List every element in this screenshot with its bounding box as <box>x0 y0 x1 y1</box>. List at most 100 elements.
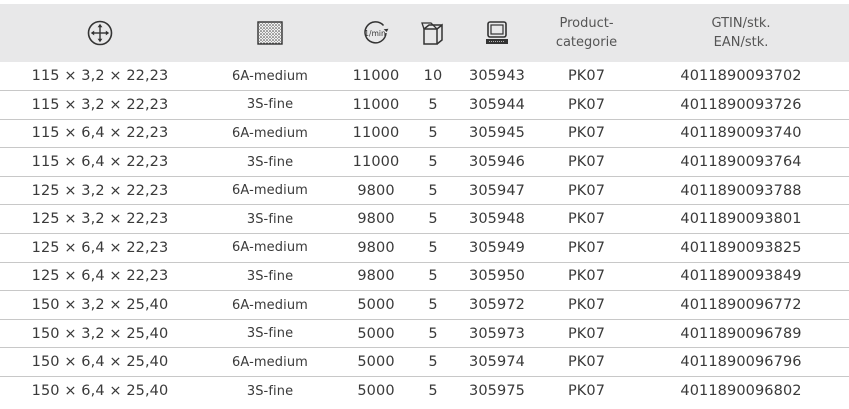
cell-pack: 5 <box>428 268 438 285</box>
cell-size: 150 × 6,4 × 25,40 <box>31 383 169 400</box>
table-row: 115 × 3,2 × 22,23 6A-medium 11000 10 305943 P… <box>0 62 849 91</box>
cell-size: 115 × 6,4 × 22,23 <box>31 154 169 171</box>
cell-rpm: 9800 <box>357 211 395 228</box>
cell-pack: 10 <box>423 68 443 85</box>
cell-category: PK07 <box>567 383 606 400</box>
cell-grit: 6A-medium <box>232 125 308 141</box>
cell-grit: 3S-fine <box>246 326 294 342</box>
header-gtin-line2: EAN/stk. <box>713 35 769 50</box>
cell-category: PK07 <box>567 297 606 314</box>
cell-size: 115 × 3,2 × 22,23 <box>31 96 169 113</box>
table-row: 115 × 6,4 × 22,23 6A-medium 11000 5 305945 PK… <box>0 119 849 148</box>
cell-pack: 5 <box>428 182 438 199</box>
header-category-line1: Product- <box>559 16 614 31</box>
cell-rpm: 11000 <box>352 68 400 85</box>
cell-rpm: 9800 <box>357 268 395 285</box>
cell-grit: 6A-medium <box>232 240 308 256</box>
cell-grit: 3S-fine <box>246 154 294 170</box>
cell-article: 305950 <box>469 268 525 285</box>
table-row: 125 × 3,2 × 22,23 6A-medium 9800 5 305947 PK0… <box>0 176 849 205</box>
cell-grit: 6A-medium <box>232 297 308 313</box>
product-spec-table: 1/min Product- categorie GTIN/stk. EAN/s… <box>0 4 849 405</box>
table-row: 125 × 6,4 × 22,23 3S-fine 9800 5 305950 PK07 4… <box>0 262 849 291</box>
cell-grit: 3S-fine <box>246 211 294 227</box>
cell-pack: 5 <box>428 239 438 256</box>
cell-pack: 5 <box>428 211 438 228</box>
cell-article: 305944 <box>469 96 525 113</box>
cell-size: 150 × 3,2 × 25,40 <box>31 297 169 314</box>
cell-gtin: 4011890096772 <box>680 297 802 314</box>
table-row: 150 × 3,2 × 25,40 6A-medium 5000 5 305972 PK0… <box>0 290 849 320</box>
cell-category: PK07 <box>567 325 606 342</box>
cell-article: 305972 <box>469 297 525 314</box>
cell-rpm: 5000 <box>357 383 395 400</box>
cell-gtin: 4011890093740 <box>680 125 802 142</box>
table-header: 1/min Product- categorie GTIN/stk. EAN/s… <box>0 4 849 62</box>
cell-grit: 3S-fine <box>246 383 294 399</box>
table-row: 125 × 3,2 × 22,23 3S-fine 9800 5 305948 PK07 4… <box>0 204 849 234</box>
move-arrows-circle-icon <box>87 20 113 46</box>
cell-size: 115 × 3,2 × 22,23 <box>31 68 169 85</box>
cell-pack: 5 <box>428 297 438 314</box>
cell-category: PK07 <box>567 96 606 113</box>
cell-category: PK07 <box>567 154 606 171</box>
cell-rpm: 5000 <box>357 354 395 371</box>
cell-gtin: 4011890093726 <box>680 96 802 113</box>
cell-article: 305948 <box>469 211 525 228</box>
table-row: 115 × 6,4 × 22,23 3S-fine 11000 5 305946 PK07… <box>0 147 849 177</box>
header-pack <box>412 4 454 62</box>
table-row: 150 × 3,2 × 25,40 3S-fine 5000 5 305973 PK07 4… <box>0 319 849 348</box>
cell-gtin: 4011890093849 <box>680 268 802 285</box>
cell-size: 115 × 6,4 × 22,23 <box>31 125 169 142</box>
package-box-icon <box>421 22 443 45</box>
cell-grit: 6A-medium <box>232 183 308 199</box>
cell-category: PK07 <box>567 268 606 285</box>
table-body: 115 × 3,2 × 22,23 6A-medium 11000 10 305943 P… <box>0 62 849 405</box>
cell-size: 150 × 3,2 × 25,40 <box>31 325 169 342</box>
product-spec-page: 1/min Product- categorie GTIN/stk. EAN/s… <box>0 4 849 409</box>
table-row: 125 × 6,4 × 22,23 6A-medium 9800 5 305949 PK0… <box>0 233 849 263</box>
cell-pack: 5 <box>428 154 438 171</box>
svg-text:1/min: 1/min <box>364 29 386 38</box>
cell-article: 305946 <box>469 154 525 171</box>
cell-pack: 5 <box>428 354 438 371</box>
header-speed: 1/min <box>340 4 412 62</box>
header-dimensions <box>0 4 200 62</box>
cell-article: 305973 <box>469 325 525 342</box>
cell-pack: 5 <box>428 125 438 142</box>
cell-pack: 5 <box>428 325 438 342</box>
abrasive-texture-icon <box>257 21 283 45</box>
cell-grit: 3S-fine <box>246 97 294 113</box>
cell-article: 305949 <box>469 239 525 256</box>
cell-gtin: 4011890093702 <box>680 68 802 85</box>
cell-article: 305943 <box>469 68 525 85</box>
cell-gtin: 4011890093764 <box>680 154 802 171</box>
cell-size: 125 × 3,2 × 22,23 <box>31 182 169 199</box>
header-article <box>454 4 540 62</box>
header-category: Product- categorie <box>540 4 633 62</box>
cell-pack: 5 <box>428 383 438 400</box>
cell-gtin: 4011890093801 <box>680 211 802 228</box>
cell-size: 125 × 3,2 × 22,23 <box>31 211 169 228</box>
rpm-gauge-icon: 1/min <box>364 21 389 44</box>
cell-gtin: 4011890093825 <box>680 239 802 256</box>
cell-grit: 6A-medium <box>232 354 308 370</box>
header-row: 1/min Product- categorie GTIN/stk. EAN/s… <box>0 4 849 62</box>
cell-category: PK07 <box>567 182 606 199</box>
cell-rpm: 5000 <box>357 325 395 342</box>
cell-gtin: 4011890093788 <box>680 182 802 199</box>
computer-terminal-icon <box>486 21 508 44</box>
table-row: 150 × 6,4 × 25,40 3S-fine 5000 5 305975 PK07 4… <box>0 376 849 406</box>
cell-category: PK07 <box>567 354 606 371</box>
table-row: 115 × 3,2 × 22,23 3S-fine 11000 5 305944 PK07… <box>0 90 849 120</box>
cell-gtin: 4011890096789 <box>680 325 802 342</box>
cell-category: PK07 <box>567 68 606 85</box>
cell-size: 125 × 6,4 × 22,23 <box>31 268 169 285</box>
cell-rpm: 5000 <box>357 297 395 314</box>
cell-category: PK07 <box>567 125 606 142</box>
cell-rpm: 9800 <box>357 182 395 199</box>
cell-gtin: 4011890096796 <box>680 354 802 371</box>
cell-article: 305945 <box>469 125 525 142</box>
table-row: 150 × 6,4 × 25,40 6A-medium 5000 5 305974 PK0… <box>0 347 849 377</box>
cell-grit: 3S-fine <box>246 268 294 284</box>
